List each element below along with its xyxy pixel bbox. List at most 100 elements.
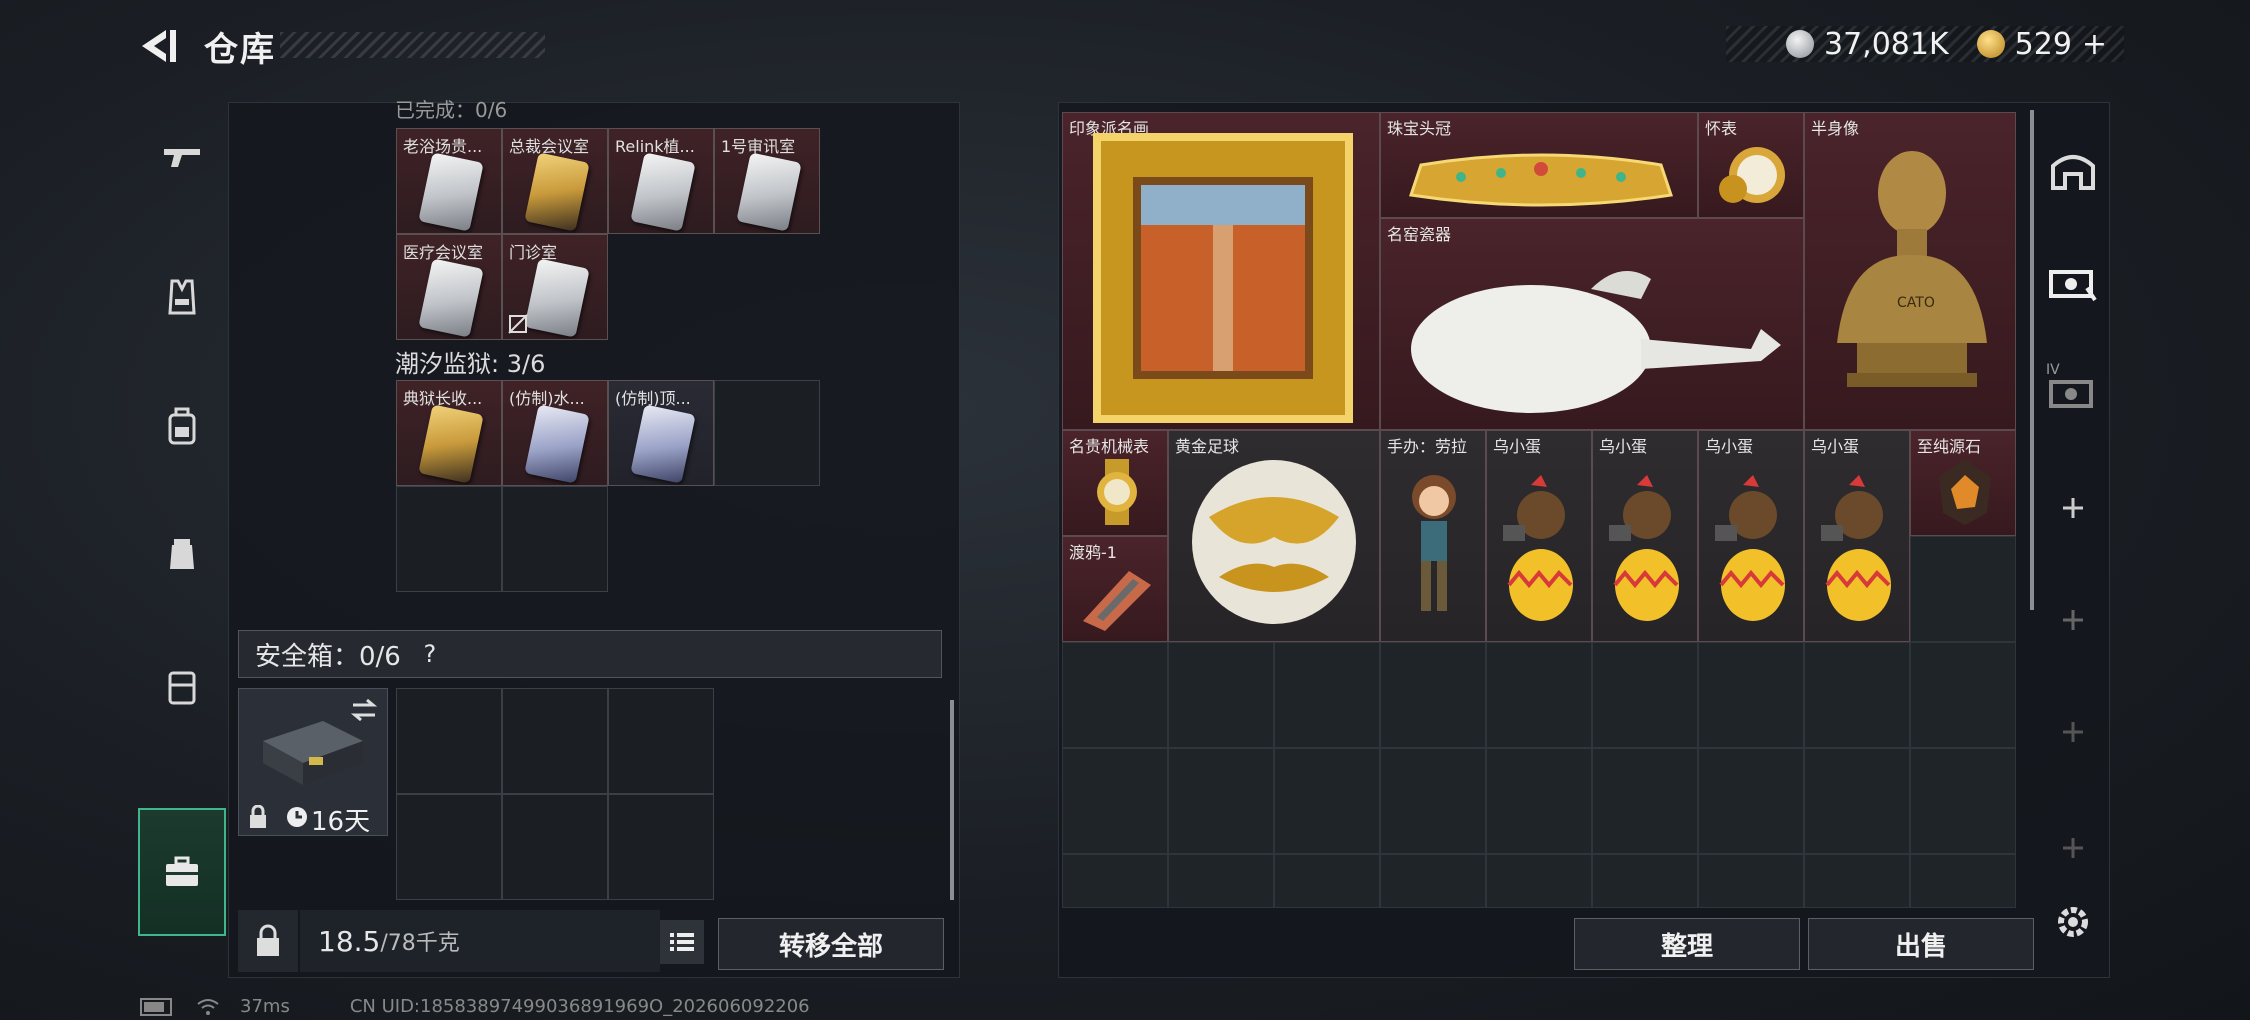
warehouse-empty-slot[interactable]: [1062, 748, 1168, 854]
sort-button[interactable]: 整理: [1574, 918, 1800, 970]
egg-mascot-icon: [1503, 475, 1573, 621]
egg-item[interactable]: 乌小蛋: [1486, 430, 1592, 642]
warehouse-empty-slot[interactable]: [1698, 642, 1804, 748]
keycard-icon: [418, 152, 484, 232]
bust-item[interactable]: 半身像 CATO: [1804, 112, 2016, 430]
add-tab-button[interactable]: [2040, 692, 2106, 772]
warehouse-empty-slot[interactable]: [1274, 748, 1380, 854]
warehouse-empty-slot[interactable]: [1592, 748, 1698, 854]
warehouse-empty-slot[interactable]: [1804, 642, 1910, 748]
gem-item[interactable]: 至纯源石: [1910, 430, 2016, 536]
collection-tab-icon: [2049, 270, 2097, 302]
safebox-slot[interactable]: [608, 794, 714, 900]
keycard-item[interactable]: 医疗会议室: [396, 234, 502, 340]
egg-item[interactable]: 乌小蛋: [1804, 430, 1910, 642]
gold-ball-item[interactable]: 黄金足球: [1168, 430, 1380, 642]
warehouse-empty-slot[interactable]: [1062, 642, 1168, 748]
empty-slot[interactable]: [502, 486, 608, 592]
warehouse-empty-slot[interactable]: [1168, 642, 1274, 748]
warehouse-empty-slot[interactable]: [1910, 748, 2016, 854]
tab-collection-iv[interactable]: IV: [2040, 350, 2106, 430]
warehouse-empty-slot[interactable]: [1698, 854, 1804, 908]
currency-bar: 37,081K 529 +: [1726, 26, 2124, 62]
weight-display: 18.5 /78千克: [300, 910, 660, 972]
raven-item[interactable]: 渡鸦-1: [1062, 536, 1168, 642]
figurine-icon: [1412, 475, 1456, 611]
warehouse-empty-slot[interactable]: [1486, 642, 1592, 748]
tab-warehouse-main[interactable]: [2040, 130, 2106, 210]
keycard-item[interactable]: (仿制)水...: [502, 380, 608, 486]
nav-rig[interactable]: [138, 502, 226, 612]
empty-slot[interactable]: [396, 486, 502, 592]
title-decoration: [280, 32, 545, 58]
crown-icon: [1409, 153, 1673, 207]
safebox-slot[interactable]: [502, 688, 608, 794]
warehouse-empty-slot[interactable]: [1486, 854, 1592, 908]
egg-item[interactable]: 乌小蛋: [1592, 430, 1698, 642]
warehouse-empty-slot[interactable]: [1910, 642, 2016, 748]
nav-safebox[interactable]: [138, 808, 226, 936]
plus-icon: [2063, 498, 2083, 518]
warehouse-empty-slot[interactable]: [1804, 854, 1910, 908]
settings-button[interactable]: [2040, 882, 2106, 962]
keycard-icon: [418, 404, 484, 484]
warehouse-empty-slot[interactable]: [1592, 854, 1698, 908]
left-scrollbar[interactable]: [950, 700, 954, 900]
egg-item[interactable]: 乌小蛋: [1698, 430, 1804, 642]
battery-icon: [140, 997, 172, 1016]
warehouse-empty-slot[interactable]: [1274, 854, 1380, 908]
warehouse-empty-slot[interactable]: [1062, 854, 1168, 908]
warehouse-empty-slot[interactable]: [1804, 748, 1910, 854]
warehouse-icon: [2051, 155, 2095, 190]
add-tab-button[interactable]: [2040, 808, 2106, 888]
warehouse-empty-slot[interactable]: [1592, 642, 1698, 748]
warehouse-empty-slot[interactable]: [1380, 748, 1486, 854]
sell-button[interactable]: 出售: [1808, 918, 2034, 970]
right-scrollbar[interactable]: [2030, 110, 2034, 610]
add-tab-button[interactable]: [2040, 580, 2106, 660]
warehouse-empty-slot[interactable]: [1168, 854, 1274, 908]
keycard-item[interactable]: 门诊室: [502, 234, 608, 340]
warehouse-empty-slot[interactable]: [1168, 748, 1274, 854]
empty-slot[interactable]: [714, 380, 820, 486]
weight-lock-button[interactable]: [238, 910, 298, 972]
nav-weapons[interactable]: [138, 102, 226, 212]
safebox-slot[interactable]: [502, 794, 608, 900]
warehouse-empty-slot[interactable]: [1910, 854, 2016, 908]
safebox-item[interactable]: 16天: [238, 688, 388, 837]
warehouse-empty-slot[interactable]: [1380, 854, 1486, 908]
keycard-icon: [630, 404, 696, 484]
nav-armor[interactable]: [138, 242, 226, 352]
keycard-item[interactable]: (仿制)顶...: [608, 380, 714, 486]
warehouse-empty-slot[interactable]: [1380, 642, 1486, 748]
mech-watch-item[interactable]: 名贵机械表: [1062, 430, 1168, 536]
silver-amount: 37,081K: [1824, 26, 1949, 62]
add-tab-button[interactable]: [2040, 468, 2106, 548]
add-gold-button[interactable]: +: [2082, 27, 2107, 62]
safebox-slot[interactable]: [608, 688, 714, 794]
keycard-icon: [630, 152, 696, 232]
pocket-watch-item[interactable]: 怀表: [1698, 112, 1804, 218]
safebox-slot[interactable]: [396, 688, 502, 794]
warehouse-empty-slot[interactable]: [1698, 748, 1804, 854]
transfer-all-button[interactable]: 转移全部: [718, 918, 944, 970]
list-view-button[interactable]: [660, 920, 704, 964]
keycard-item[interactable]: 1号审讯室: [714, 128, 820, 234]
nav-pouch[interactable]: [138, 632, 226, 742]
warehouse-empty-slot[interactable]: [1910, 536, 2016, 642]
keycard-item[interactable]: 总裁会议室: [502, 128, 608, 234]
warehouse-empty-slot[interactable]: [1486, 748, 1592, 854]
keycard-item[interactable]: 老浴场贵...: [396, 128, 502, 234]
figure-item[interactable]: 手办：劳拉: [1380, 430, 1486, 642]
tab-collection[interactable]: [2040, 240, 2106, 320]
painting-item[interactable]: 印象派名画: [1062, 112, 1380, 430]
back-button[interactable]: [136, 26, 184, 66]
porcelain-item[interactable]: 名窑瓷器: [1380, 218, 1804, 430]
help-button[interactable]: ?: [415, 639, 445, 669]
warehouse-empty-slot[interactable]: [1274, 642, 1380, 748]
crown-item[interactable]: 珠宝头冠: [1380, 112, 1698, 218]
keycard-item[interactable]: 典狱长收...: [396, 380, 502, 486]
keycard-item[interactable]: Relink植...: [608, 128, 714, 234]
safebox-slot[interactable]: [396, 794, 502, 900]
nav-backpack[interactable]: [138, 372, 226, 482]
